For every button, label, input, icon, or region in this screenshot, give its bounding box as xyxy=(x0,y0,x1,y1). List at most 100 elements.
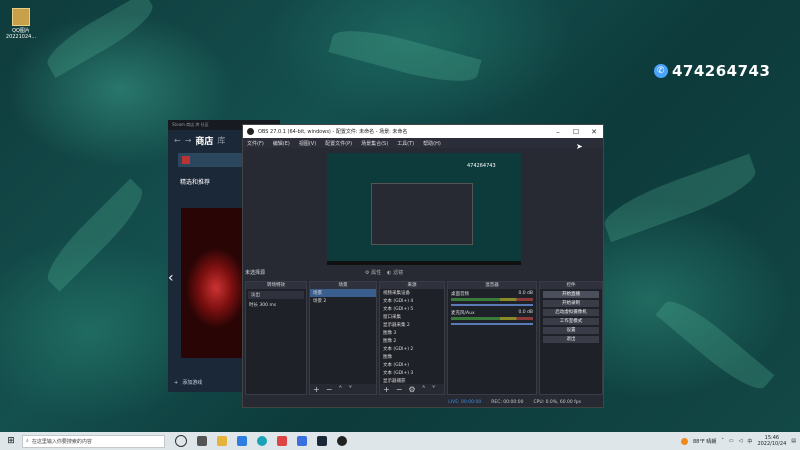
remove-icon[interactable]: − xyxy=(326,385,333,394)
add-game-button[interactable]: + 添加游戏 xyxy=(174,379,202,387)
system-tray: 88°F 晴朗 ˄ ▭ ◁ 中 15:46 2022/10/24 ▤ xyxy=(681,435,796,447)
exit-button[interactable]: 退出 xyxy=(543,336,599,343)
move-down-icon[interactable]: ˅ xyxy=(348,385,352,394)
move-down-icon[interactable]: ˅ xyxy=(432,385,436,394)
source-item[interactable]: 窗口采集 xyxy=(380,313,444,321)
desktop-icon-qq-image[interactable]: QQ图片 20221024... xyxy=(4,8,38,40)
volume-slider[interactable] xyxy=(451,323,533,325)
move-up-icon[interactable]: ˄ xyxy=(422,385,426,394)
taskbar: ⊞ ⌕ 在这里输入你要搜索的内容 88°F 晴朗 ˄ ▭ ◁ 中 15:46 2… xyxy=(0,432,800,450)
app-icon[interactable] xyxy=(297,436,307,446)
qq-icon: ✆ xyxy=(654,64,668,78)
menu-profile[interactable]: 配置文件(P) xyxy=(325,140,352,147)
cortana-icon[interactable] xyxy=(175,435,187,447)
library-tab[interactable]: 库 xyxy=(217,135,225,146)
source-item[interactable]: 图像 xyxy=(380,353,444,361)
obs-preview[interactable]: 474264743 xyxy=(327,153,521,265)
maximize-icon[interactable]: ☐ xyxy=(567,128,585,136)
clock[interactable]: 15:46 2022/10/24 xyxy=(757,435,786,447)
source-item[interactable]: 文本 (GDI+) xyxy=(380,361,444,369)
image-file-icon xyxy=(12,8,30,26)
menu-scene-collection[interactable]: 场景集合(S) xyxy=(361,140,388,147)
carousel-prev-icon[interactable]: ‹ xyxy=(168,270,174,286)
menu-view[interactable]: 视图(V) xyxy=(299,140,316,147)
move-up-icon[interactable]: ˄ xyxy=(338,385,342,394)
clock-date: 2022/10/24 xyxy=(757,441,787,447)
palm-leaf xyxy=(38,178,152,292)
remove-icon[interactable]: − xyxy=(396,385,403,394)
close-icon[interactable]: ✕ xyxy=(585,128,603,136)
menu-edit[interactable]: 编辑(E) xyxy=(273,140,290,147)
menu-tools[interactable]: 工具(T) xyxy=(397,140,414,147)
scene-item[interactable]: 场景 xyxy=(310,289,376,297)
properties-button[interactable]: ⚙ 属性 xyxy=(365,269,381,276)
minimize-icon[interactable]: – xyxy=(549,128,567,136)
add-icon[interactable]: + xyxy=(313,385,320,394)
studio-mode-button[interactable]: 工作室模式 xyxy=(543,318,599,325)
store-icon[interactable] xyxy=(237,436,247,446)
notification-icon[interactable]: ▤ xyxy=(791,438,796,444)
featured-game-art[interactable] xyxy=(181,208,251,358)
chevron-up-icon[interactable]: ˄ xyxy=(721,438,724,444)
menu-help[interactable]: 帮助(H) xyxy=(423,140,441,147)
task-view-icon[interactable] xyxy=(197,436,207,446)
add-icon[interactable]: + xyxy=(383,385,390,394)
palm-leaf xyxy=(655,291,775,399)
duration-label: 时长 xyxy=(249,303,258,308)
file-explorer-icon[interactable] xyxy=(217,436,227,446)
qq-number: 474264743 xyxy=(672,62,771,80)
menu-file[interactable]: 文件(F) xyxy=(247,140,264,147)
filters-button[interactable]: ◐ 滤镜 xyxy=(387,269,403,276)
obs-statusbar: LIVE: 00:00:00 REC: 00:00:00 CPU: 0.0%, … xyxy=(243,397,603,407)
speaker-icon[interactable]: ◁ xyxy=(739,438,743,444)
channel-db: 0.0 dB xyxy=(518,310,533,315)
virtual-camera-button[interactable]: 启动虚拟摄像机 xyxy=(543,309,599,316)
forward-arrow-icon[interactable]: → xyxy=(185,136,192,145)
network-icon[interactable]: ▭ xyxy=(729,438,734,444)
start-streaming-button[interactable]: 开始直播 xyxy=(543,291,599,298)
transition-duration[interactable]: 时长 300 ms xyxy=(246,301,306,309)
mail-icon[interactable] xyxy=(277,436,287,446)
source-item[interactable]: 图像 2 xyxy=(380,337,444,345)
scene-item[interactable]: 场景 2 xyxy=(310,297,376,305)
weather-text[interactable]: 88°F 晴朗 xyxy=(693,438,716,445)
source-item[interactable]: 图像 3 xyxy=(380,329,444,337)
scenes-header: 场景 xyxy=(310,282,376,289)
preview-badge: 474264743 xyxy=(467,163,496,169)
source-item[interactable]: 文本 (GDI+) 5 xyxy=(380,305,444,313)
source-toolbar: 未选择源 ⚙ 属性 ◐ 滤镜 xyxy=(243,267,605,277)
steam-icon[interactable] xyxy=(317,436,327,446)
windows-start-icon[interactable]: ⊞ xyxy=(4,432,18,450)
store-title[interactable]: 商店 xyxy=(195,134,213,147)
back-arrow-icon[interactable]: ← xyxy=(174,136,181,145)
search-icon: ⌕ xyxy=(26,438,29,444)
obs-window: OBS 27.0.1 (64-bit, windows) - 配置文件: 未命名… xyxy=(242,124,604,408)
live-status: LIVE: 00:00:00 xyxy=(448,399,482,405)
source-item[interactable]: 文本 (GDI+) 3 xyxy=(380,369,444,377)
input-method-icon[interactable]: 中 xyxy=(747,438,752,445)
source-item[interactable]: 视频采集设备 xyxy=(380,289,444,297)
qq-number-watermark: ✆ 474264743 xyxy=(654,62,770,80)
transitions-header: 转场特效 xyxy=(246,282,306,289)
taskbar-search[interactable]: ⌕ 在这里输入你要搜索的内容 xyxy=(22,434,165,448)
mouse-cursor-icon: ➤ xyxy=(576,142,583,151)
channel-name: 桌面音频 xyxy=(451,292,469,297)
mixer-channel: 麦克风/Aux 0.0 dB xyxy=(448,308,536,327)
weather-icon xyxy=(681,437,688,445)
properties-label: 属性 xyxy=(371,269,382,276)
gear-icon[interactable]: ⚙ xyxy=(408,385,415,394)
scenes-dock: 场景 场景 场景 2 + − ˄ ˅ xyxy=(309,281,377,395)
start-recording-button[interactable]: 开始录制 xyxy=(543,300,599,307)
obs-titlebar: OBS 27.0.1 (64-bit, windows) - 配置文件: 未命名… xyxy=(243,125,603,138)
settings-button[interactable]: 设置 xyxy=(543,327,599,334)
volume-slider[interactable] xyxy=(451,304,533,306)
source-item[interactable]: 文本 (GDI+) 4 xyxy=(380,297,444,305)
source-item[interactable]: 显示器采集 2 xyxy=(380,321,444,329)
transition-type-select[interactable]: 淡出 xyxy=(248,291,304,299)
window-controls: – ☐ ✕ xyxy=(549,128,603,136)
source-item[interactable]: 文本 (GDI+) 2 xyxy=(380,345,444,353)
controls-header: 控件 xyxy=(540,282,602,289)
transitions-dock: 转场特效 淡出 时长 300 ms xyxy=(245,281,307,395)
obs-icon[interactable] xyxy=(337,436,347,446)
edge-icon[interactable] xyxy=(257,436,267,446)
